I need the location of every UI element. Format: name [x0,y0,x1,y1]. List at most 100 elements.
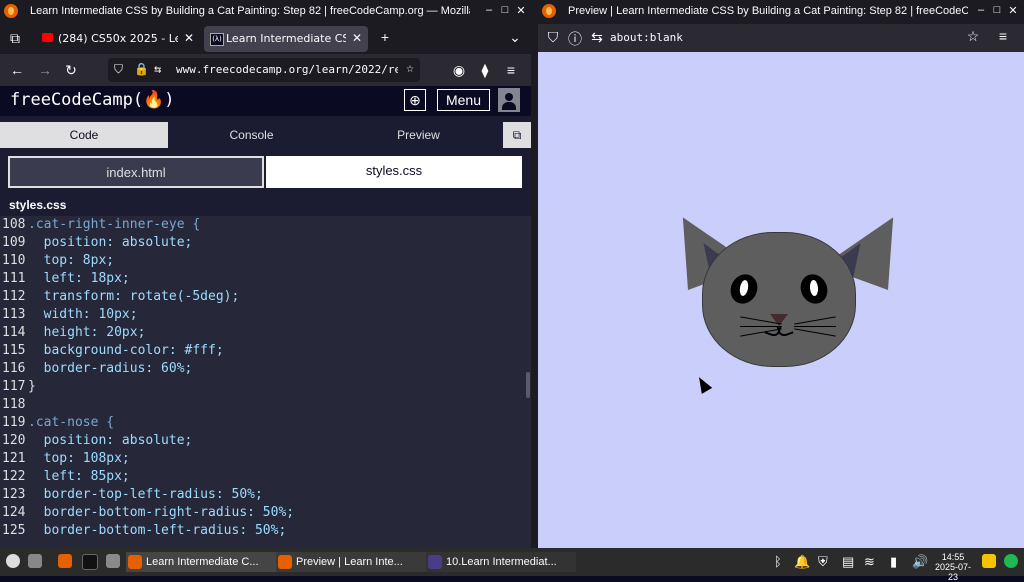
wifi-icon[interactable]: ≋ [864,554,875,570]
battery-icon[interactable]: ▮ [890,554,897,570]
minimize-icon[interactable]: – [974,4,988,16]
forward-icon[interactable]: → [36,62,54,78]
youtube-icon [42,33,53,42]
code-line: 116 border-radius: 60%; [2,361,193,376]
code-line: 115 background-color: #fff; [2,343,224,358]
url-text: www.freecodecamp.org/learn/2022/re [176,63,398,76]
taskbar-item-preview[interactable]: Preview | Learn Inte... [276,552,426,572]
firefox-logo-icon [542,4,556,18]
code-line: 122 left: 85px; [2,469,130,484]
tab-code[interactable]: Code [0,122,168,148]
new-tab-icon[interactable]: + [376,29,394,45]
bookmark-star-icon[interactable]: ☆ [964,28,982,45]
tab-overview-icon[interactable]: ⧉ [6,30,24,47]
reload-icon[interactable]: ↻ [62,62,80,79]
window-title: Learn Intermediate CSS by Building a Cat… [30,5,470,17]
code-line: 117} [2,379,36,394]
taskbar-item-label: 10.Learn Intermediat... [446,556,557,568]
window-title: Preview | Learn Intermediate CSS by Buil… [568,5,968,17]
extensions-icon[interactable]: ⧫ [476,62,494,79]
code-line: 125 border-bottom-left-radius: 50%; [2,523,287,538]
fcc-logo[interactable]: freeCodeCamp(🔥) [10,90,174,110]
shield-icon: ⛉ [114,62,124,76]
clock[interactable]: 14:55 2025-07-23 [930,552,976,582]
files-icon[interactable] [106,554,120,568]
tab-learn-css-label: Learn Intermediate CS [226,32,346,45]
close-icon[interactable]: ✕ [1006,4,1020,17]
window-divider [531,0,538,548]
fcc-header: freeCodeCamp(🔥) ⊕ Menu [0,86,531,116]
minimize-icon[interactable]: – [482,4,496,16]
tab-cs50[interactable]: (284) CS50x 2025 - Le ✕ [36,26,200,52]
maximize-icon[interactable]: □ [990,4,1004,16]
panel-tabs: Code Console Preview ⧉ [0,122,531,148]
editor-file-label: styles.css [0,194,531,216]
tab-index-html[interactable]: index.html [8,156,264,188]
cat-whisker [794,326,836,327]
code-line: 111 left: 18px; [2,271,130,286]
security-shield-icon[interactable]: ⛨ [818,554,828,570]
code-editor[interactable]: 108 .cat-right-inner-eye { 109 position: … [0,216,531,548]
clock-date: 2025-07-23 [934,562,972,582]
tab-preview[interactable]: Preview [335,122,502,148]
bookmark-star-icon[interactable]: ☆ [406,61,414,76]
shield-icon: ⛉ [547,29,559,45]
code-line: 109 position: absolute; [2,235,193,250]
url-text[interactable]: about:blank [610,31,683,44]
taskbar-item-learn[interactable]: Learn Intermediate C... [126,552,276,572]
tab-close-icon[interactable]: ✕ [184,31,194,45]
taskbar-item-video[interactable]: 10.Learn Intermediat... [426,552,576,572]
code-line: 119 .cat-nose { [2,415,115,430]
terminal-icon[interactable] [82,554,98,570]
tab-cs50-label: (284) CS50x 2025 - Le [58,32,178,45]
clipboard-icon[interactable]: ▤ [842,554,854,570]
code-line: 121 top: 108px; [2,451,130,466]
info-icon[interactable]: ⓘ [566,29,584,49]
notification-bell-icon[interactable]: 🔔 [794,554,810,570]
hamburger-menu-icon[interactable]: ≡ [502,62,520,78]
popout-icon[interactable]: ⧉ [503,122,531,148]
firefox-logo-icon [4,4,18,18]
clock-time: 14:55 [941,552,965,562]
tab-console[interactable]: Console [168,122,335,148]
account-icon[interactable]: ◉ [450,62,468,79]
code-line: 108 .cat-right-inner-eye { [2,217,201,232]
tab-learn-css[interactable]: (λ) Learn Intermediate CS ✕ [204,26,368,52]
taskbar-item-label: Learn Intermediate C... [146,556,259,568]
tab-styles-css[interactable]: styles.css [266,156,522,188]
code-line: 110 top: 8px; [2,253,115,268]
code-line: 120 position: absolute; [2,433,193,448]
taskbar: Learn Intermediate C... Preview | Learn … [0,548,1024,582]
code-line: 112 transform: rotate(-5deg); [2,289,240,304]
code-line: 114 height: 20px; [2,325,146,340]
back-icon[interactable]: ← [8,62,26,78]
cat-preview-canvas [538,52,1024,548]
tab-strip: ⧉ (284) CS50x 2025 - Le ✕ (λ) Learn Inte… [0,24,531,54]
code-line: 123 border-top-left-radius: 50%; [2,487,263,502]
code-line: 113 width: 10px; [2,307,138,322]
left-nav-bar: ← → ↻ ⛉ 🔒 ⇆ www.freecodecamp.org/learn/2… [0,54,531,86]
cat-head [702,232,856,367]
right-nav-bar: ⛉ ⓘ ⇆ about:blank ☆ ≡ [538,24,1024,52]
taskbar-item-label: Preview | Learn Inte... [296,556,403,568]
cat-tray-icon[interactable] [982,554,996,568]
start-menu-icon[interactable] [6,554,20,568]
maximize-icon[interactable]: □ [498,4,512,16]
left-browser-window: Learn Intermediate CSS by Building a Cat… [0,0,531,548]
tab-close-icon[interactable]: ✕ [352,31,362,45]
tab-list-chevron-icon[interactable]: ⌄ [506,29,524,46]
address-bar[interactable]: ⛉ 🔒 ⇆ www.freecodecamp.org/learn/2022/re… [108,58,420,82]
avatar[interactable] [498,88,520,112]
firefox-icon [278,555,292,569]
volume-icon[interactable]: 🔊 [912,554,928,570]
hamburger-menu-icon[interactable]: ≡ [994,28,1012,44]
lock-icon: 🔒 [134,62,149,76]
bluetooth-icon[interactable]: ᛒ [774,554,782,569]
globe-icon[interactable]: ⊕ [404,89,426,111]
show-desktop-icon[interactable] [28,554,42,568]
editor-scrollbar[interactable] [526,372,530,398]
spotify-icon[interactable] [1004,554,1018,568]
firefox-launcher-icon[interactable] [58,554,72,568]
menu-button[interactable]: Menu [437,89,490,111]
close-icon[interactable]: ✕ [514,4,528,17]
